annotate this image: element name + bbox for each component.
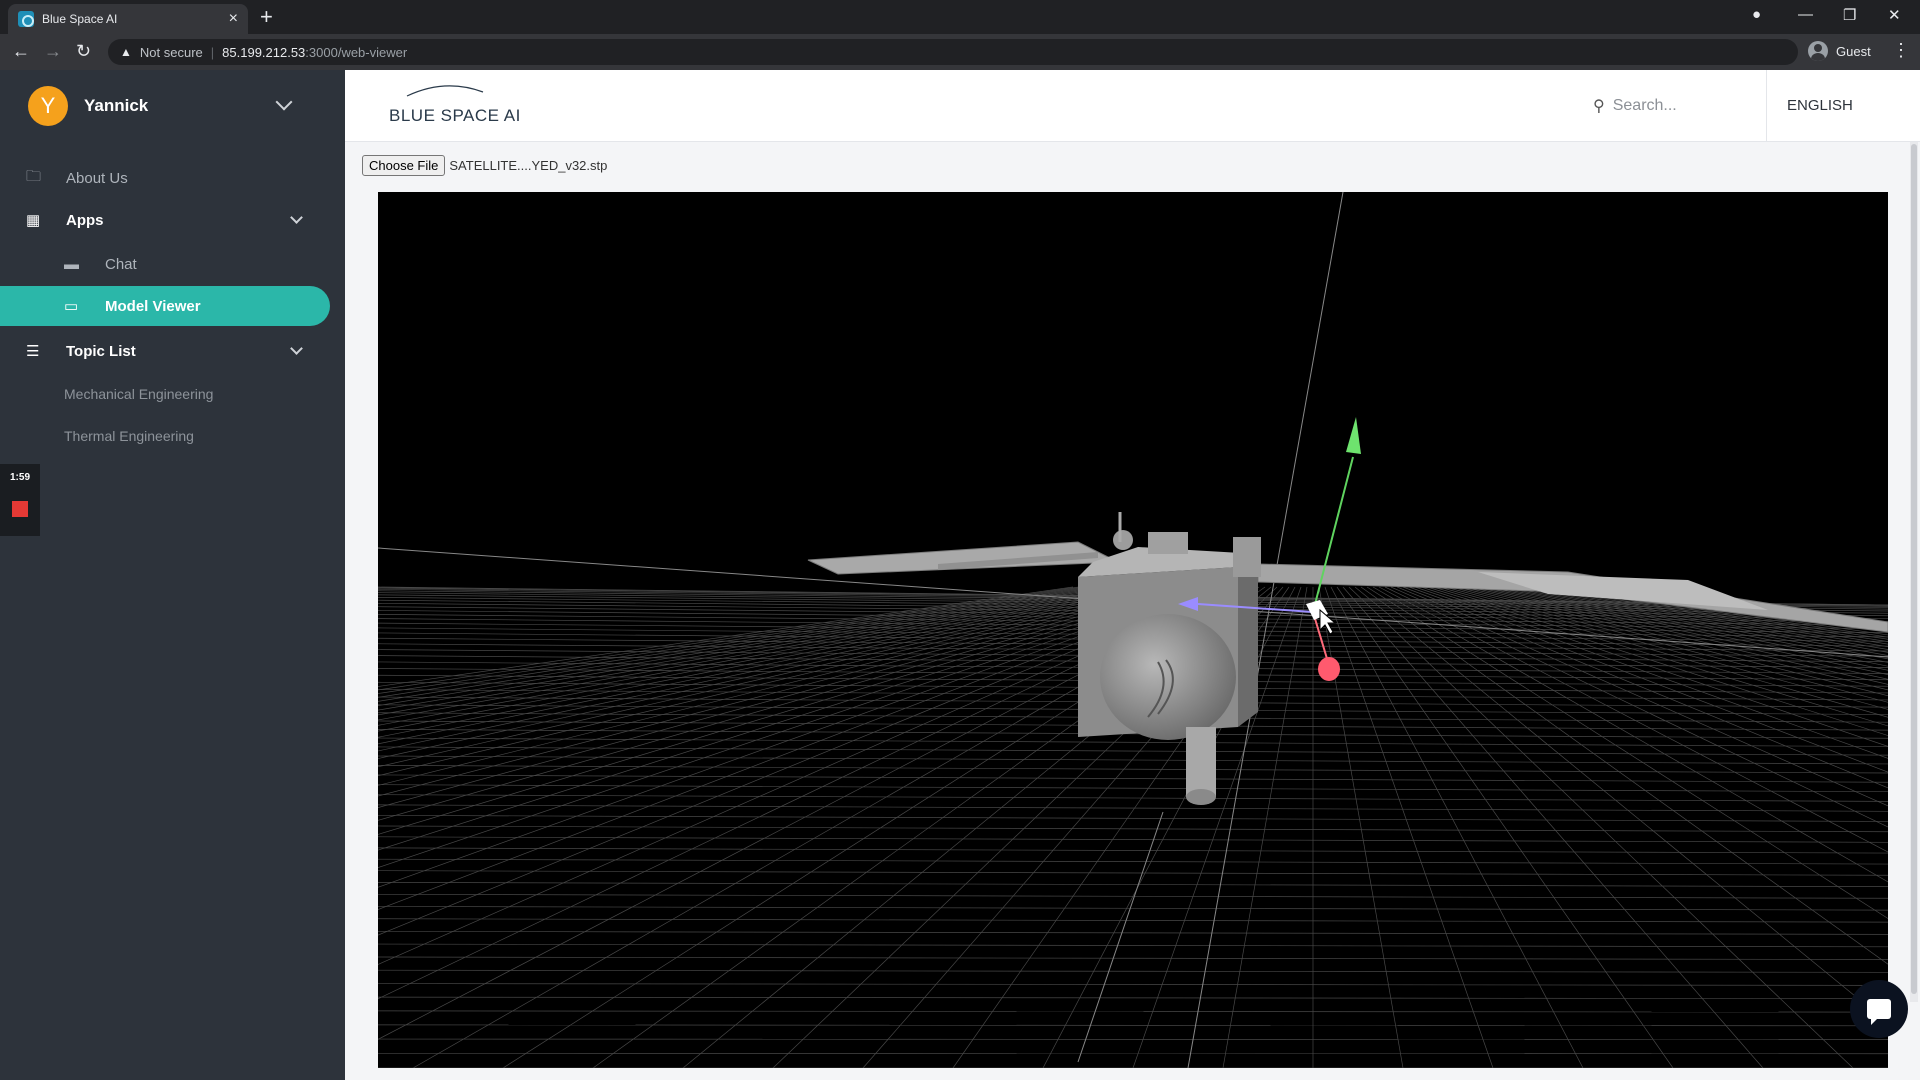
scrollbar-thumb[interactable] [1911,144,1917,994]
sidebar-item-label: Chat [105,255,137,273]
monitor-icon: ▭ [64,298,79,315]
sidebar-item-label: Thermal Engineering [64,428,194,444]
briefcase-icon: 🗀 [26,167,42,185]
search-input[interactable] [1612,97,1733,115]
browser-tabstrip: Blue Space AI × + ● — ❐ ✕ [0,0,1920,34]
chat-icon: ▬ [64,255,79,273]
tab-title: Blue Space AI [42,12,118,26]
minimize-button[interactable]: — [1798,6,1813,23]
security-label: Not secure [139,44,203,60]
chat-bubble-icon [1867,999,1891,1025]
sidebar-item-model-viewer[interactable]: ▭ Model Viewer [0,286,330,326]
solar-panel-left [807,541,1120,575]
search-icon: ⚲ [1593,98,1605,115]
tab-close-icon[interactable]: × [229,11,238,27]
avatar: Y [28,86,68,126]
url-path: :3000/web-viewer [305,44,408,60]
grid-icon: ▦ [26,212,41,229]
back-button[interactable]: ← [12,40,30,62]
recorder-time: 1:59 [9,472,30,483]
sidebar-item-label: About Us [66,169,128,187]
main-content: BLUE SPACE AI ⚲ ENGLISH Choose File SATE… [345,70,1920,1080]
sidebar-item-label: Mechanical Engineering [64,386,214,402]
browser-toolbar: ← → ↻ ▲ Not secure | 85.199.212.53 :3000… [0,34,1920,70]
warning-icon: ▲ [120,45,132,59]
sidebar-item-about-us[interactable]: 🗀 About Us [0,158,330,198]
new-tab-button[interactable]: + [260,6,273,28]
x-axis-handle [1318,657,1340,681]
chat-launcher-button[interactable] [1850,980,1908,1038]
sidebar-item-mechanical-engineering[interactable]: Mechanical Engineering [0,374,330,414]
top-header: BLUE SPACE AI ⚲ ENGLISH [345,70,1920,142]
sidebar-item-topic-list[interactable]: ☰ Topic List [0,331,330,371]
extension-icon[interactable]: ● [1752,6,1761,23]
file-input-row: Choose File SATELLITE....YED_v32.stp [362,155,607,176]
logo[interactable]: BLUE SPACE AI [389,106,521,126]
url-host: 85.199.212.53 [222,44,306,60]
sidebar-item-apps[interactable]: ▦ Apps [0,200,330,240]
header-divider [1766,70,1767,142]
sidebar-item-thermal-engineering[interactable]: Thermal Engineering [0,416,330,456]
sidebar: Y Yannick 🗀 About Us ▦ Apps ▬ Chat ▭ Mod… [0,70,345,1080]
restore-button[interactable]: ❐ [1843,6,1856,24]
choose-file-button[interactable]: Choose File [362,155,446,176]
profile-icon [1808,41,1828,61]
profile-button[interactable]: Guest [1808,41,1871,61]
screen-recorder-widget: 1:59 [0,464,40,536]
satellite-scene [378,192,1888,1068]
search-box[interactable]: ⚲ [1583,88,1743,124]
address-separator: | [210,44,215,60]
list-icon: ☰ [26,343,40,360]
selected-file-name: SATELLITE....YED_v32.stp [449,158,608,173]
user-menu[interactable]: Y Yannick [28,86,148,126]
site-favicon-icon [18,11,34,27]
user-name: Yannick [84,96,149,115]
browser-tab[interactable]: Blue Space AI × [8,4,248,34]
y-axis-arrow [1346,417,1361,454]
sidebar-item-label: Apps [66,211,104,229]
stop-recording-button[interactable] [12,501,28,517]
close-window-button[interactable]: ✕ [1888,6,1901,24]
reload-button[interactable]: ↻ [76,40,91,62]
browser-menu-icon[interactable]: ⋮ [1892,40,1910,61]
profile-name: Guest [1836,43,1871,59]
user-menu-chevron-down-icon[interactable] [275,93,293,111]
address-bar[interactable]: ▲ Not secure | 85.199.212.53 :3000/web-v… [108,39,1798,65]
chevron-down-icon [290,211,303,224]
antenna-dish [1100,614,1236,740]
sidebar-item-chat[interactable]: ▬ Chat [0,244,330,284]
sidebar-item-label: Topic List [66,342,136,360]
forward-button[interactable]: → [44,40,62,62]
language-selector[interactable]: ENGLISH [1787,97,1853,114]
3d-viewport[interactable] [378,192,1888,1068]
sidebar-item-label: Model Viewer [105,297,201,315]
chevron-down-icon [290,342,303,355]
logo-arc-icon [406,85,484,97]
